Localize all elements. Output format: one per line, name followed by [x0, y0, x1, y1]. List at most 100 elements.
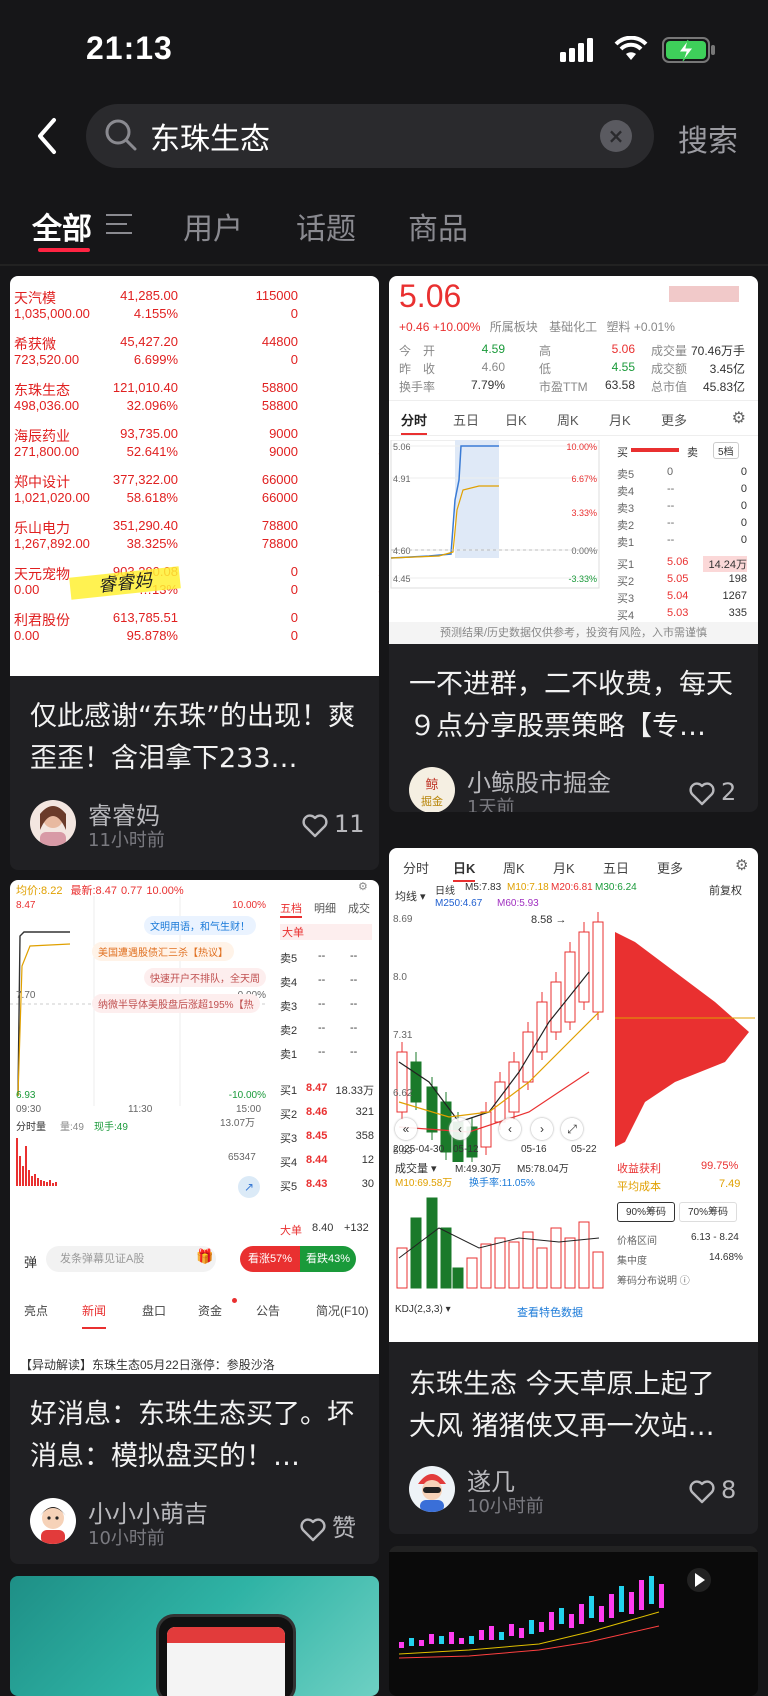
feature-data-link[interactable]: 查看特色数据: [517, 1304, 583, 1320]
gift-icon[interactable]: 🎁: [196, 1248, 213, 1265]
avatar[interactable]: [30, 1498, 76, 1544]
chart-tab[interactable]: 月K: [609, 410, 631, 429]
ob-price: 5.04: [667, 590, 689, 602]
bearish-button[interactable]: 看跌43%: [300, 1246, 356, 1272]
panel-tab[interactable]: 成交: [348, 900, 370, 916]
post-card[interactable]: [389, 1546, 758, 1696]
panel-tab[interactable]: 明细: [314, 900, 336, 916]
post-cover-image[interactable]: 5.06 +0.46 +10.00% 所属板块 基础化工 塑料 +0.01% 今…: [389, 276, 758, 644]
danmaku-toggle-icon[interactable]: 弹: [24, 1252, 37, 1271]
chart-tab[interactable]: 五日: [453, 410, 479, 429]
disclaimer: 预测结果/历史数据仅供参考，投资有风险，入市需谨慎: [389, 622, 758, 644]
ma-selector[interactable]: 均线 ▾: [395, 888, 426, 904]
chart-tab[interactable]: 五日: [603, 858, 629, 877]
candle: [469, 1636, 474, 1644]
search-button[interactable]: 搜索: [678, 116, 738, 160]
settings-gear-icon[interactable]: ⚙: [735, 856, 748, 874]
tab-products[interactable]: 商品: [408, 204, 468, 248]
like-button[interactable]: 11: [302, 810, 365, 838]
chart-tab[interactable]: 更多: [657, 858, 683, 877]
back-icon[interactable]: [30, 114, 66, 158]
search-box[interactable]: ×: [86, 104, 654, 168]
chart-tab[interactable]: 周K: [557, 410, 579, 429]
bottom-tab[interactable]: 公告: [256, 1302, 280, 1319]
post-cover-image[interactable]: 天汽模1,035,000.00 41,285.00 4.155% 115000 0 8.6…: [10, 276, 379, 676]
chart-tab[interactable]: 更多: [661, 410, 687, 429]
bottom-tab[interactable]: 亮点: [24, 1302, 48, 1319]
avatar[interactable]: [409, 1466, 455, 1512]
post-title: 好消息：东珠生态买了。坏消息：模拟盘买的！…: [30, 1399, 354, 1472]
post-card[interactable]: 分时 日K 周K 月K 五日 更多 ⚙ 均线 ▾ 前复权 日线 M5:7.83 M10:7.18 M20…: [389, 848, 758, 1534]
volume-bar: [19, 1156, 21, 1186]
post-cover-image[interactable]: [389, 1546, 758, 1663]
tab-all[interactable]: 全部: [32, 204, 92, 248]
chart-nav-icon[interactable]: ›: [531, 1118, 553, 1140]
like-button[interactable]: 赞: [300, 1508, 356, 1543]
turnover: 换手率:11.05%: [469, 1178, 535, 1189]
cell-v1b: 95.878%: [126, 628, 178, 643]
settings-gear-icon[interactable]: ⚙: [732, 408, 746, 428]
danmaku-input[interactable]: 发条弹幕见证A股: [46, 1246, 216, 1272]
chip-note-link[interactable]: 筹码分布说明 ⓘ: [617, 1272, 690, 1287]
candle: [429, 1634, 434, 1644]
chart-nav-icon[interactable]: «: [395, 1118, 417, 1140]
table-row: 希获微723,520.00 45,427.20 6.699% 44800 0 15.136…: [10, 334, 379, 382]
chip-tab[interactable]: 70%筹码: [679, 1202, 737, 1222]
ob-label: 买2: [280, 1109, 298, 1121]
chart-tab[interactable]: 日K: [453, 858, 476, 882]
pct-label: 0.00%: [571, 546, 597, 556]
candle: [479, 1630, 484, 1640]
bottom-tab[interactable]: 新闻: [82, 1302, 107, 1329]
candle: [410, 1061, 422, 1103]
chart-tab[interactable]: 周K: [503, 858, 525, 877]
bottom-tab[interactable]: 资金: [198, 1302, 222, 1319]
danmaku-bubble: 文明用语，和气生财！: [144, 916, 256, 935]
volume-bar: [16, 1138, 18, 1186]
chip-tab[interactable]: 90%筹码: [617, 1202, 675, 1222]
adjust-selector[interactable]: 前复权: [709, 882, 742, 898]
post-card[interactable]: 天汽模1,035,000.00 41,285.00 4.155% 115000 0 8.6…: [10, 276, 379, 870]
post-cover-image[interactable]: 分时 日K 周K 月K 五日 更多 ⚙ 均线 ▾ 前复权 日线 M5:7.83 M10:7.18 M20…: [389, 848, 758, 1342]
ob-level-button[interactable]: 5档: [713, 442, 739, 459]
avatar[interactable]: 鲸掘金: [409, 767, 455, 812]
chart-tab[interactable]: 日K: [505, 410, 527, 429]
volume-bar: [43, 1181, 45, 1186]
post-card[interactable]: 均价:8.22 最新:8.47 0.77 10.00% ⚙ 8.47 7.70 6.93 10.…: [10, 880, 379, 1564]
ob-volume: 321: [355, 1106, 374, 1118]
change: +0.46: [399, 320, 430, 334]
kdj-selector[interactable]: KDJ(2,3,3) ▾: [395, 1304, 451, 1315]
post-card[interactable]: [10, 1576, 379, 1696]
search-input[interactable]: [150, 112, 570, 160]
zoom-icon[interactable]: ↗: [238, 1176, 260, 1198]
quote-label: 高: [539, 344, 552, 358]
volume-bar: [49, 1180, 51, 1186]
big-order-price: 8.40: [312, 1222, 334, 1234]
like-button[interactable]: 2: [689, 778, 736, 806]
chart-nav-icon[interactable]: ⤢: [561, 1118, 583, 1140]
chart-nav-icon[interactable]: ‹: [499, 1118, 521, 1140]
chart-tab[interactable]: 月K: [553, 858, 575, 877]
chart-nav-icon[interactable]: ‹: [449, 1118, 471, 1140]
cell-v1: 121,010.40: [112, 380, 178, 395]
chart-tab[interactable]: 分时: [403, 858, 429, 877]
ob-price: --: [318, 1022, 326, 1034]
clear-search-icon[interactable]: ×: [600, 120, 632, 152]
bottom-tab[interactable]: 盘口: [142, 1302, 166, 1319]
like-button[interactable]: 8: [689, 1476, 736, 1504]
post-cover-image[interactable]: [156, 1614, 296, 1696]
cell-sub: 723,520.00: [14, 352, 80, 367]
bottom-tab[interactable]: 简况(F10): [316, 1302, 369, 1319]
cell-v3b: 15.470: [336, 490, 379, 505]
tab-topics[interactable]: 话题: [296, 204, 356, 248]
tab-users[interactable]: 用户: [183, 204, 243, 248]
chart-tab[interactable]: 分时: [401, 410, 428, 435]
candle: [426, 1086, 438, 1133]
panel-tab[interactable]: 五档: [280, 900, 302, 918]
settings-gear-icon[interactable]: ⚙: [358, 880, 368, 893]
svg-text:掘金: 掘金: [421, 794, 443, 808]
post-cover-image[interactable]: 均价:8.22 最新:8.47 0.77 10.00% ⚙ 8.47 7.70 6.93 10.…: [10, 880, 379, 1374]
post-card[interactable]: 5.06 +0.46 +10.00% 所属板块 基础化工 塑料 +0.01% 今…: [389, 276, 758, 812]
bullish-button[interactable]: 看涨57%: [240, 1246, 300, 1272]
filter-icon[interactable]: [106, 214, 132, 241]
avatar[interactable]: [30, 800, 76, 846]
